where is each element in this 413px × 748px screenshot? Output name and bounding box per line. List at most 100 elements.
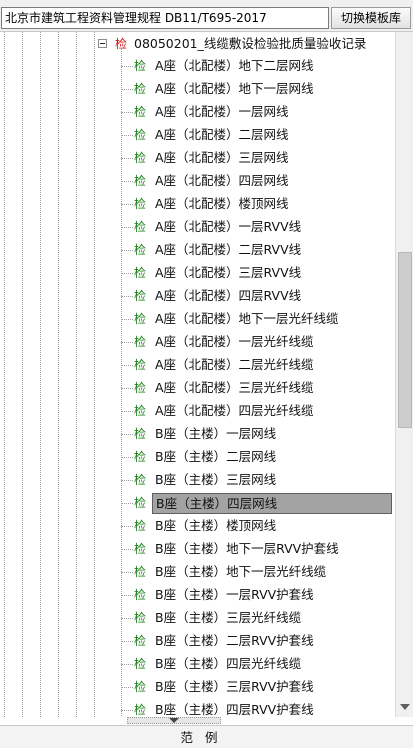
tree-connector <box>121 480 133 481</box>
tree-node-item-label[interactable]: B座（主楼）三层RVV护套线 <box>152 677 317 698</box>
tree-node-item[interactable]: 检 B座（主楼）地下一层RVV护套线 <box>0 538 395 561</box>
tree-node-item[interactable]: 检 A座（北配楼）地下一层网线 <box>0 78 395 101</box>
tree-node-item[interactable]: 检 B座（主楼）一层RVV护套线 <box>0 584 395 607</box>
tree-node-item-label[interactable]: A座（北配楼）一层光纤线缆 <box>152 332 317 353</box>
tree-connector <box>121 319 133 320</box>
inspection-record-icon: 检 <box>134 611 147 625</box>
template-tree[interactable]: 检 08050201_线缆敷设检验批质量验收记录 检 A座（北配楼）地下二层网线检… <box>0 32 413 717</box>
tree-connector <box>121 618 133 619</box>
tree-node-item[interactable]: 检 A座（北配楼）三层光纤线缆 <box>0 377 395 400</box>
tree-node-item-label[interactable]: B座（主楼）地下一层光纤线缆 <box>152 562 329 583</box>
top-toolbar: 北京市建筑工程资料管理规程 DB11/T695-2017 切换模板库 <box>0 0 413 32</box>
tree-node-item[interactable]: 检 A座（北配楼）楼顶网线 <box>0 193 395 216</box>
tree-node-parent[interactable]: 检 08050201_线缆敷设检验批质量验收记录 <box>98 34 408 55</box>
tree-node-item-label[interactable]: A座（北配楼）一层RVV线 <box>152 217 304 238</box>
tree-node-item-label[interactable]: A座（北配楼）地下一层网线 <box>152 79 317 100</box>
tree-node-item[interactable]: 检 A座（北配楼）三层RVV线 <box>0 262 395 285</box>
tree-node-item[interactable]: 检 B座（主楼）四层光纤线缆 <box>0 653 395 676</box>
tree-node-item-label[interactable]: A座（北配楼）三层网线 <box>152 148 292 169</box>
tree-node-item[interactable]: 检 A座（北配楼）二层光纤线缆 <box>0 354 395 377</box>
tree-connector <box>121 457 133 458</box>
inspection-record-icon: 检 <box>134 105 147 119</box>
inspection-record-icon: 检 <box>115 37 128 51</box>
inspection-record-icon: 检 <box>134 266 147 280</box>
tree-node-item-label[interactable]: B座（主楼）一层RVV护套线 <box>152 585 317 606</box>
inspection-record-icon: 检 <box>134 519 147 533</box>
tree-connector <box>121 250 133 251</box>
tree-node-item[interactable]: 检 B座（主楼）四层RVV护套线 <box>0 699 395 717</box>
tree-node-item-label[interactable]: A座（北配楼）三层光纤线缆 <box>152 378 317 399</box>
collapse-icon[interactable] <box>98 39 107 48</box>
inspection-record-icon: 检 <box>134 565 147 579</box>
tree-node-item-label[interactable]: A座（北配楼）四层RVV线 <box>152 286 304 307</box>
tree-node-item[interactable]: 检 A座（北配楼）四层光纤线缆 <box>0 400 395 423</box>
tree-node-item-label[interactable]: A座（北配楼）地下一层光纤线缆 <box>152 309 342 330</box>
tree-node-item[interactable]: 检 B座（主楼）一层网线 <box>0 423 395 446</box>
tree-connector <box>121 687 133 688</box>
bottom-bar: 范例 <box>0 725 413 748</box>
tree-node-item-label[interactable]: A座（北配楼）地下二层网线 <box>152 56 317 77</box>
tree-node-item-label[interactable]: B座（主楼）三层光纤线缆 <box>152 608 304 629</box>
tree-node-item[interactable]: 检 A座（北配楼）四层网线 <box>0 170 395 193</box>
scrollbar-thumb[interactable] <box>398 252 412 428</box>
tree-node-item[interactable]: 检 A座（北配楼）二层RVV线 <box>0 239 395 262</box>
tree-node-item-label[interactable]: B座（主楼）四层光纤线缆 <box>152 654 304 675</box>
tree-node-item[interactable]: 检 A座（北配楼）地下二层网线 <box>0 55 395 78</box>
tree-node-item-label[interactable]: B座（主楼）三层网线 <box>152 470 279 491</box>
tree-node-item[interactable]: 检 A座（北配楼）二层网线 <box>0 124 395 147</box>
inspection-record-icon: 检 <box>134 404 147 418</box>
tree-node-item[interactable]: 检 B座（主楼）楼顶网线 <box>0 515 395 538</box>
tree-node-item[interactable]: 检 B座（主楼）三层RVV护套线 <box>0 676 395 699</box>
inspection-record-icon: 检 <box>134 588 147 602</box>
vertical-scrollbar[interactable] <box>395 32 413 717</box>
inspection-record-icon: 检 <box>134 197 147 211</box>
tree-node-item[interactable]: 检 A座（北配楼）地下一层光纤线缆 <box>0 308 395 331</box>
tree-node-item[interactable]: 检 B座（主楼）二层RVV护套线 <box>0 630 395 653</box>
tree-node-item-label[interactable]: B座（主楼）楼顶网线 <box>152 516 279 537</box>
tree-node-item-label[interactable]: A座（北配楼）四层网线 <box>152 171 292 192</box>
tree-node-item[interactable]: 检 A座（北配楼）一层光纤线缆 <box>0 331 395 354</box>
tree-node-item-label[interactable]: A座（北配楼）二层光纤线缆 <box>152 355 317 376</box>
tree-node-children: 检 A座（北配楼）地下二层网线检 A座（北配楼）地下一层网线检 A座（北配楼）一层网线… <box>0 55 395 717</box>
template-library-name-field[interactable]: 北京市建筑工程资料管理规程 DB11/T695-2017 <box>1 7 329 29</box>
tree-node-item[interactable]: 检 B座（主楼）二层网线 <box>0 446 395 469</box>
tree-node-item-label[interactable]: B座（主楼）二层网线 <box>152 447 279 468</box>
tree-connector <box>121 365 133 366</box>
tree-node-item-label[interactable]: A座（北配楼）三层RVV线 <box>152 263 304 284</box>
splitter-handle[interactable] <box>127 717 221 724</box>
inspection-record-icon: 检 <box>134 151 147 165</box>
tree-node-item-label[interactable]: A座（北配楼）楼顶网线 <box>152 194 292 215</box>
tree-node-item[interactable]: 检 B座（主楼）地下一层光纤线缆 <box>0 561 395 584</box>
chevron-down-icon[interactable] <box>169 718 179 723</box>
tree-node-item[interactable]: 检 B座（主楼）三层光纤线缆 <box>0 607 395 630</box>
scroll-down-arrow-icon[interactable] <box>400 704 410 710</box>
legend-button[interactable]: 范例 <box>140 728 270 747</box>
tree-node-item-label[interactable]: B座（主楼）四层网线 <box>152 493 392 514</box>
tree-node-item[interactable]: 检 B座（主楼）三层网线 <box>0 469 395 492</box>
switch-template-library-button[interactable]: 切换模板库 <box>331 7 411 29</box>
tree-node-item-label[interactable]: B座（主楼）二层RVV护套线 <box>152 631 317 652</box>
tree-node-item[interactable]: 检 A座（北配楼）一层网线 <box>0 101 395 124</box>
tree-node-item-label[interactable]: A座（北配楼）二层RVV线 <box>152 240 304 261</box>
tree-node-item-label[interactable]: A座（北配楼）二层网线 <box>152 125 292 146</box>
inspection-record-icon: 检 <box>134 243 147 257</box>
tree-node-item-label[interactable]: B座（主楼）四层RVV护套线 <box>152 700 317 717</box>
tree-node-item[interactable]: 检 A座（北配楼）三层网线 <box>0 147 395 170</box>
tree-connector <box>121 66 133 67</box>
tree-connector <box>121 227 133 228</box>
inspection-record-icon: 检 <box>134 542 147 556</box>
inspection-record-icon: 检 <box>134 312 147 326</box>
tree-node-item-label[interactable]: B座（主楼）地下一层RVV护套线 <box>152 539 342 560</box>
inspection-record-icon: 检 <box>134 335 147 349</box>
tree-node-item-label[interactable]: B座（主楼）一层网线 <box>152 424 279 445</box>
tree-connector <box>121 204 133 205</box>
tree-node-item[interactable]: 检 B座（主楼）四层网线 <box>0 492 395 515</box>
tree-node-parent-label[interactable]: 08050201_线缆敷设检验批质量验收记录 <box>134 35 366 53</box>
tree-node-item[interactable]: 检 A座（北配楼）一层RVV线 <box>0 216 395 239</box>
inspection-record-icon: 检 <box>134 473 147 487</box>
tree-connector <box>121 342 133 343</box>
tree-node-item-label[interactable]: A座（北配楼）四层光纤线缆 <box>152 401 317 422</box>
tree-connector <box>121 664 133 665</box>
tree-node-item[interactable]: 检 A座（北配楼）四层RVV线 <box>0 285 395 308</box>
tree-node-item-label[interactable]: A座（北配楼）一层网线 <box>152 102 292 123</box>
